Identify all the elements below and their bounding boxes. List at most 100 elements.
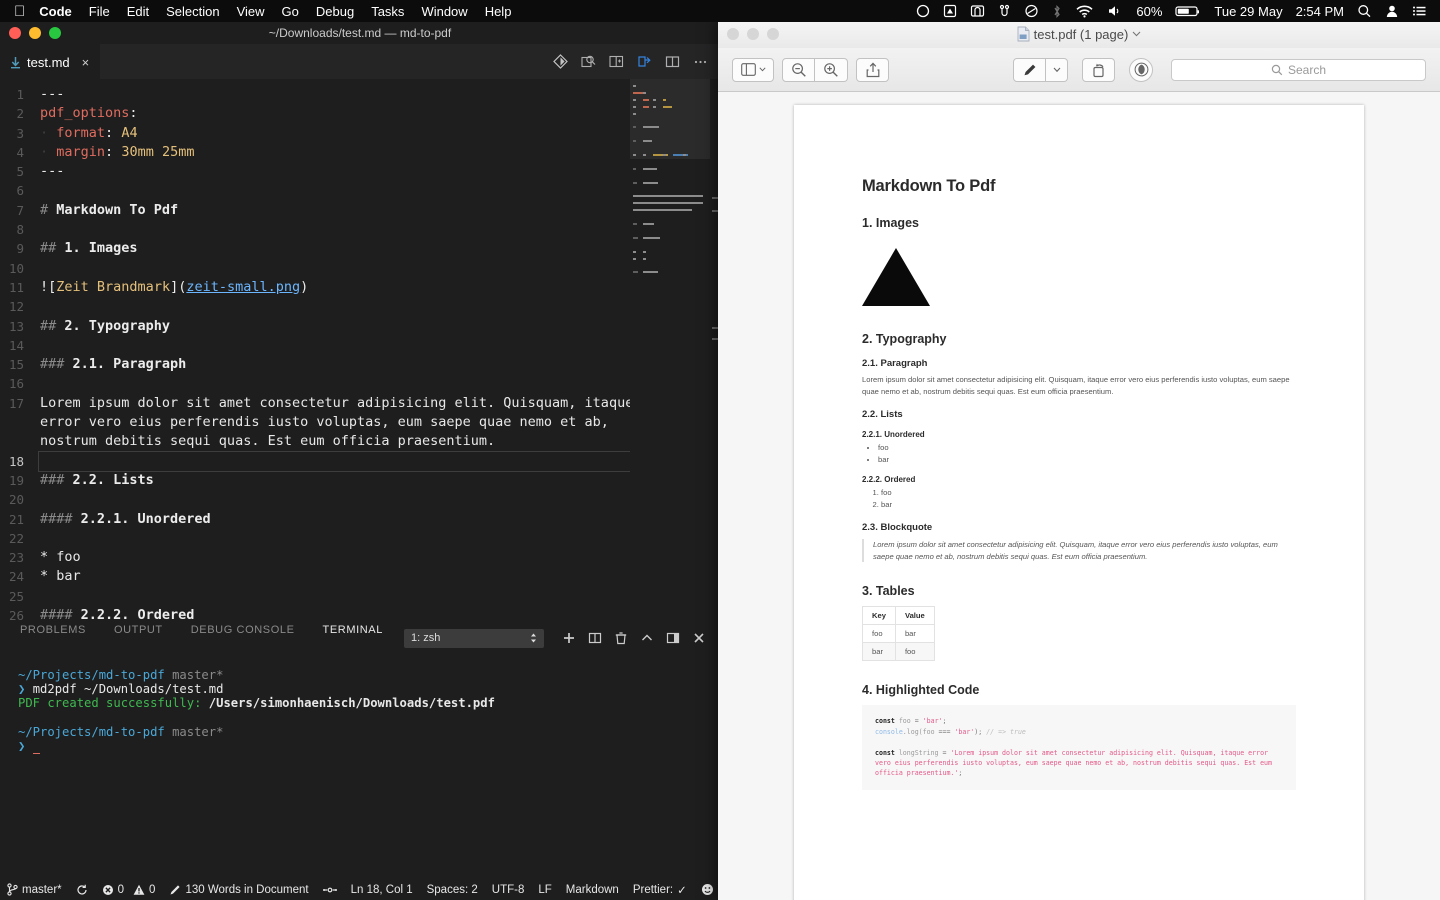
source-control-icon[interactable]	[553, 54, 568, 69]
code-line[interactable]: 4 · margin: 30mm 25mm	[0, 143, 720, 162]
doc-s2-2-heading: 2.2. Lists	[862, 409, 903, 421]
pdf-canvas[interactable]: Markdown To Pdf 1. Images 2. Typography …	[718, 92, 1440, 900]
markup-dropdown-button[interactable]	[1046, 57, 1068, 82]
user-icon[interactable]	[1385, 4, 1399, 18]
code-line[interactable]: 8	[0, 220, 720, 239]
status-cursor-position[interactable]: Ln 18, Col 1	[344, 884, 420, 896]
menu-item-edit[interactable]: Edit	[127, 4, 149, 19]
code-line[interactable]: 16	[0, 374, 720, 393]
volume-icon[interactable]	[1107, 4, 1123, 18]
menu-item-selection[interactable]: Selection	[166, 4, 219, 19]
more-actions-icon[interactable]	[693, 54, 708, 69]
display-icon[interactable]	[970, 4, 985, 18]
status-word-count[interactable]: 130 Words in Document	[162, 884, 315, 896]
notification-center-icon[interactable]	[1412, 4, 1427, 18]
code-line[interactable]: 1 ---	[0, 85, 720, 104]
terminal-output[interactable]: ~/Projects/md-to-pdf master* ❯ md2pdf ~/D…	[0, 652, 720, 886]
wifi-icon[interactable]	[1075, 4, 1094, 18]
rotate-button[interactable]	[1082, 57, 1115, 82]
status-language-mode[interactable]: Markdown	[559, 884, 626, 896]
code-line[interactable]: 15 ### 2.1. Paragraph	[0, 355, 720, 374]
apple-logo-icon[interactable]: 	[14, 4, 25, 19]
kill-terminal-icon[interactable]	[608, 631, 634, 645]
preview-window-title[interactable]: test.pdf (1 page)	[718, 26, 1440, 42]
menu-item-file[interactable]: File	[89, 4, 110, 19]
code-line[interactable]: 2 pdf_options:	[0, 104, 720, 123]
sidebar-toggle-button[interactable]	[732, 57, 774, 82]
code-line[interactable]: 6	[0, 181, 720, 200]
code-line[interactable]: 18	[0, 450, 720, 472]
code-line[interactable]: 11 ![Zeit Brandmark](zeit-small.png)	[0, 278, 720, 297]
menu-item-go[interactable]: Go	[282, 4, 299, 19]
dropbox-icon[interactable]	[998, 4, 1011, 18]
menu-item-code[interactable]: Code	[39, 4, 72, 19]
share-button[interactable]	[856, 57, 889, 82]
split-terminal-icon[interactable]	[582, 631, 608, 645]
circle-icon[interactable]	[916, 4, 930, 18]
code-line[interactable]: 9 ## 1. Images	[0, 239, 720, 258]
menu-item-help[interactable]: Help	[485, 4, 512, 19]
code-line[interactable]: 19 ### 2.2. Lists	[0, 471, 720, 490]
maximize-panel-icon[interactable]	[634, 631, 660, 645]
search-input[interactable]: Search	[1171, 58, 1426, 81]
menu-item-window[interactable]: Window	[421, 4, 467, 19]
panel-tab-terminal[interactable]: TERMINAL	[323, 624, 383, 638]
menu-item-view[interactable]: View	[237, 4, 265, 19]
zoom-out-button[interactable]	[782, 57, 815, 82]
search-icon[interactable]	[1357, 4, 1372, 18]
code-line[interactable]: 5 ---	[0, 162, 720, 181]
cloud-icon[interactable]	[1024, 4, 1039, 18]
markup-button[interactable]	[1013, 57, 1046, 82]
minimap[interactable]	[630, 79, 710, 624]
status-indentation[interactable]: Spaces: 2	[420, 884, 485, 896]
editor-tab-test-md[interactable]: test.md ×	[0, 44, 100, 79]
status-prettier[interactable]: Prettier: ✓	[626, 883, 694, 897]
code-line[interactable]: nostrum debitis sequi quas. Est eum offi…	[0, 432, 720, 451]
editor-area[interactable]: 1 --- 2 pdf_options: 3 · format: A4 4 · margin:…	[0, 79, 720, 624]
status-eol[interactable]: LF	[531, 884, 558, 896]
code-line[interactable]: 3 · format: A4	[0, 124, 720, 143]
new-terminal-icon[interactable]	[556, 631, 582, 645]
line-number: 19	[8, 472, 24, 488]
battery-icon[interactable]	[1175, 4, 1201, 18]
open-to-side-icon[interactable]	[637, 54, 652, 69]
menu-item-debug[interactable]: Debug	[316, 4, 354, 19]
panel-tab-problems[interactable]: PROBLEMS	[20, 624, 86, 638]
preview-icon[interactable]	[581, 54, 596, 69]
status-encoding[interactable]: UTF-8	[485, 884, 532, 896]
terminal-select[interactable]: 1: zsh	[404, 628, 544, 648]
code-line[interactable]: error vero eius perferendis iusto volupt…	[0, 413, 720, 432]
zoom-in-button[interactable]	[815, 57, 848, 82]
code-line[interactable]: 24 * bar	[0, 567, 720, 586]
code-line[interactable]: 21 #### 2.2.1. Unordered	[0, 510, 720, 529]
code-line[interactable]: 23 * foo	[0, 548, 720, 567]
drive-icon[interactable]	[943, 4, 957, 18]
code-line[interactable]: 13 ## 2. Typography	[0, 317, 720, 336]
code-content[interactable]: 1 --- 2 pdf_options: 3 · format: A4 4 · margin:…	[0, 79, 720, 624]
split-editor-icon[interactable]	[665, 54, 680, 69]
bluetooth-icon[interactable]	[1052, 4, 1062, 19]
code-line[interactable]: 10	[0, 259, 720, 278]
status-branch[interactable]: master*	[0, 883, 69, 896]
close-panel-icon[interactable]	[686, 631, 712, 645]
broadcast-icon[interactable]	[316, 884, 344, 896]
status-problems[interactable]: 0 0	[95, 884, 163, 896]
toggle-panel-icon[interactable]	[660, 631, 686, 645]
panel-tab-output[interactable]: OUTPUT	[114, 624, 163, 638]
chevron-down-icon[interactable]	[1132, 31, 1141, 37]
menu-item-tasks[interactable]: Tasks	[371, 4, 404, 19]
line-text: ## 1. Images	[40, 239, 720, 258]
code-line[interactable]: 7 # Markdown To Pdf	[0, 201, 720, 220]
code-line[interactable]: 22	[0, 529, 720, 548]
annotate-button[interactable]	[1129, 57, 1153, 82]
smiley-icon[interactable]	[694, 883, 720, 896]
code-line[interactable]: 12	[0, 297, 720, 316]
code-line[interactable]: 25	[0, 587, 720, 606]
open-changes-icon[interactable]	[609, 54, 624, 69]
code-line[interactable]: 20	[0, 490, 720, 509]
close-icon[interactable]: ×	[82, 55, 90, 70]
code-line[interactable]: 14	[0, 336, 720, 355]
code-line[interactable]: 17 Lorem ipsum dolor sit amet consectetur…	[0, 394, 720, 413]
panel-tab-debug-console[interactable]: DEBUG CONSOLE	[191, 624, 295, 638]
sync-icon[interactable]	[69, 884, 95, 896]
